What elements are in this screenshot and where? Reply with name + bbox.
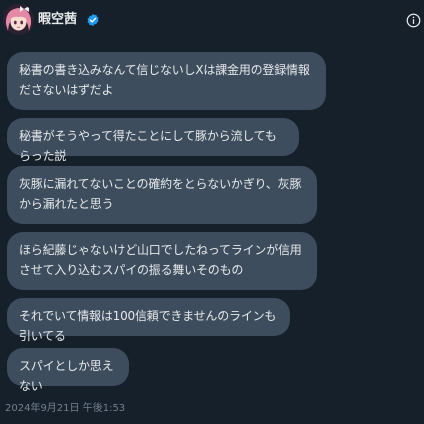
dm-conversation-screen: 暇空茜 秘書の書き込みなんて信じないしXは課金用の登録情報ださないはずだよ 秘書… bbox=[0, 0, 424, 424]
message-bubble[interactable]: それでいて情報は100信頼できませんのラインも引いてる bbox=[7, 298, 290, 343]
info-icon[interactable] bbox=[406, 13, 421, 28]
message-bubble[interactable]: 秘書がそうやって得たことにして豚から流してもらった説 bbox=[7, 118, 299, 163]
avatar[interactable] bbox=[3, 4, 34, 35]
conversation-header: 暇空茜 bbox=[0, 0, 424, 44]
message-timestamp: 2024年9月21日 午後1:53 bbox=[5, 403, 126, 414]
message-bubble[interactable]: ほら紀藤じゃないけど山口でしたねってラインが信用させて入り込むスパイの振る舞いそ… bbox=[7, 232, 317, 290]
message-bubble[interactable]: 秘書の書き込みなんて信じないしXは課金用の登録情報ださないはずだよ bbox=[7, 52, 326, 110]
message-bubble[interactable]: 灰豚に漏れてないことの確約をとらないかぎり、灰豚から漏れたと思う bbox=[7, 166, 317, 224]
user-name[interactable]: 暇空茜 bbox=[38, 12, 77, 28]
message-bubble[interactable]: スパイとしか思えない bbox=[7, 348, 129, 393]
verified-badge-icon bbox=[87, 13, 99, 27]
avatar-image bbox=[3, 4, 34, 35]
